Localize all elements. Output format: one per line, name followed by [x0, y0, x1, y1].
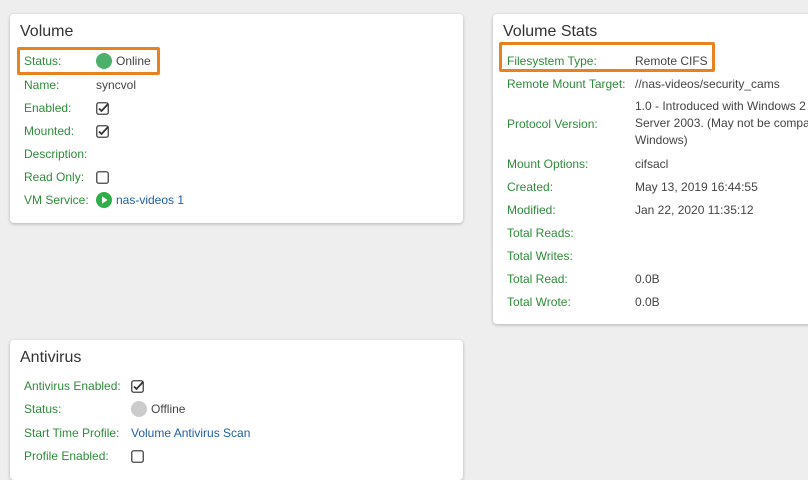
stats-protocol-line2: Server 2003. (May not be compa	[635, 116, 808, 130]
volume-card: Volume Status: Online Name: syncvol Enab…	[10, 14, 463, 223]
volume-enabled-label: Enabled:	[24, 101, 72, 115]
stats-mount-options-row: Mount Options: cifsacl	[507, 155, 808, 173]
stats-modified-row: Modified: Jan 22, 2020 11:35:12	[507, 201, 808, 219]
status-highlight	[17, 47, 160, 75]
stats-protocol-label: Protocol Version:	[507, 117, 598, 131]
volume-description-row: Description:	[24, 145, 444, 163]
volume-vmservice-label: VM Service:	[24, 193, 89, 207]
antivirus-enabled-checkbox[interactable]	[131, 377, 144, 395]
checkbox-checked-icon	[131, 380, 144, 394]
stats-mount-options-value: cifsacl	[635, 157, 669, 171]
stats-modified-value: Jan 22, 2020 11:35:12	[635, 203, 754, 217]
checkbox-unchecked-icon	[96, 171, 109, 185]
volume-enabled-row: Enabled:	[24, 99, 444, 117]
play-icon	[96, 191, 112, 208]
volume-title: Volume	[20, 23, 74, 40]
antivirus-title: Antivirus	[20, 349, 82, 366]
volume-readonly-label: Read Only:	[24, 170, 85, 184]
checkbox-checked-icon	[96, 125, 109, 139]
vmservice-link[interactable]: nas-videos 1	[96, 191, 184, 209]
stats-total-read-label: Total Read:	[507, 272, 568, 286]
antivirus-profile-enabled-label: Profile Enabled:	[24, 449, 109, 463]
start-time-profile-link[interactable]: Volume Antivirus Scan	[131, 424, 250, 442]
filesystem-type-highlight	[499, 42, 715, 72]
stats-total-read-value: 0.0B	[635, 272, 660, 286]
stats-modified-label: Modified:	[507, 203, 556, 217]
stats-total-writes-row: Total Writes:	[507, 247, 808, 265]
antivirus-status-text: Offline	[151, 402, 186, 416]
antivirus-enabled-label: Antivirus Enabled:	[24, 379, 121, 393]
antivirus-enabled-row: Antivirus Enabled:	[24, 377, 454, 395]
stats-protocol-line3: Windows)	[635, 133, 688, 147]
volume-name-label: Name:	[24, 78, 60, 92]
volume-mounted-row: Mounted:	[24, 122, 444, 140]
stats-total-wrote-label: Total Wrote:	[507, 295, 571, 309]
volume-vmservice-row: VM Service: nas-videos 1	[24, 191, 444, 209]
checkbox-checked-icon	[96, 102, 109, 116]
stats-total-wrote-row: Total Wrote: 0.0B	[507, 293, 808, 311]
vmservice-link-text[interactable]: nas-videos 1	[116, 193, 184, 207]
stats-remote-target-value: //nas-videos/security_cams	[635, 77, 780, 91]
antivirus-status-row: Status: Offline	[24, 400, 454, 418]
volume-description-label: Description:	[24, 147, 88, 161]
volume-name-value: syncvol	[96, 78, 137, 92]
antivirus-status-value: Offline	[131, 400, 185, 418]
stats-total-reads-row: Total Reads:	[507, 224, 808, 242]
antivirus-profile-enabled-checkbox[interactable]	[131, 447, 144, 465]
stats-total-read-row: Total Read: 0.0B	[507, 270, 808, 288]
volume-mounted-label: Mounted:	[24, 124, 75, 138]
stats-remote-target-label: Remote Mount Target:	[507, 77, 626, 91]
stats-protocol-value: 1.0 - Introduced with Windows 2 Server 2…	[635, 98, 808, 149]
antivirus-card: Antivirus Antivirus Enabled: Status: Off…	[10, 340, 463, 480]
volume-mounted-checkbox[interactable]	[96, 122, 109, 140]
volume-enabled-checkbox[interactable]	[96, 99, 109, 117]
antivirus-profile-enabled-row: Profile Enabled:	[24, 447, 454, 465]
antivirus-start-time-row: Start Time Profile: Volume Antivirus Sca…	[24, 424, 454, 442]
stats-total-writes-label: Total Writes:	[507, 249, 573, 263]
offline-status-icon	[131, 400, 147, 417]
volume-readonly-row: Read Only:	[24, 168, 444, 186]
stats-remote-target-row: Remote Mount Target: //nas-videos/securi…	[507, 75, 808, 93]
stats-created-label: Created:	[507, 180, 554, 194]
volume-stats-title: Volume Stats	[503, 23, 598, 40]
stats-protocol-line1: 1.0 - Introduced with Windows 2	[635, 99, 806, 113]
volume-readonly-checkbox[interactable]	[96, 168, 109, 186]
antivirus-start-time-label: Start Time Profile:	[24, 426, 120, 440]
antivirus-status-label: Status:	[24, 402, 62, 416]
stats-created-row: Created: May 13, 2019 16:44:55	[507, 178, 808, 196]
stats-total-reads-label: Total Reads:	[507, 226, 574, 240]
stats-mount-options-label: Mount Options:	[507, 157, 589, 171]
stats-created-value: May 13, 2019 16:44:55	[635, 180, 758, 194]
stats-total-wrote-value: 0.0B	[635, 295, 660, 309]
volume-name-row: Name: syncvol	[24, 76, 444, 94]
checkbox-unchecked-icon	[131, 450, 144, 464]
